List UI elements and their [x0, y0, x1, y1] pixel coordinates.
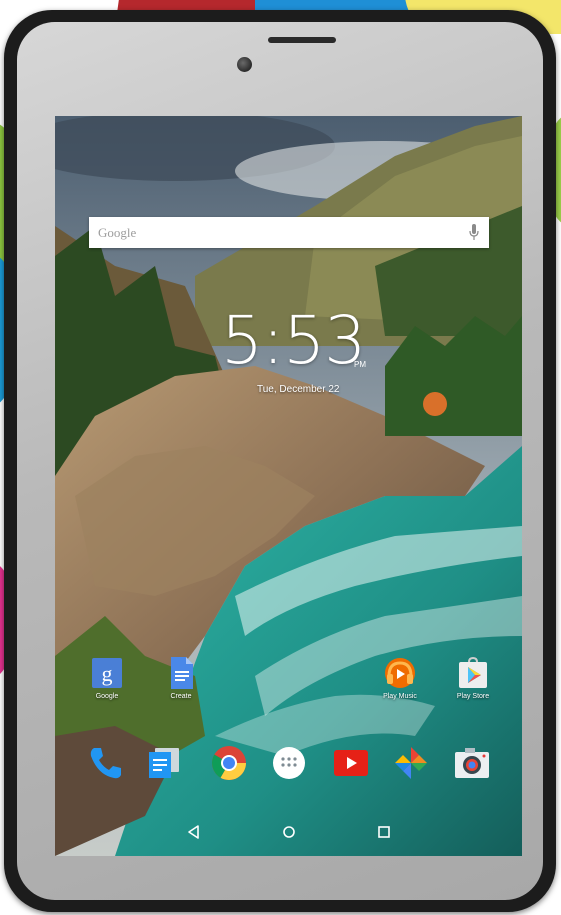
- clock-ampm: PM: [354, 360, 366, 369]
- camera-icon[interactable]: [453, 744, 491, 782]
- home-icon[interactable]: [278, 821, 300, 843]
- shortcut-play-music[interactable]: Play Music: [370, 656, 430, 700]
- chrome-icon[interactable]: [210, 744, 248, 782]
- shortcut-google[interactable]: g Google: [77, 656, 137, 700]
- google-folder-icon: g: [90, 656, 124, 690]
- play-music-icon: [383, 656, 417, 690]
- clock-date: Tue, December 22: [257, 384, 340, 395]
- front-camera: [237, 57, 252, 72]
- home-screen[interactable]: Google 5:53 PM Tue, December 22 g Google: [55, 116, 522, 856]
- shortcut-play-store[interactable]: Play Store: [443, 656, 503, 700]
- youtube-icon[interactable]: [332, 744, 370, 782]
- search-placeholder: Google: [98, 224, 137, 240]
- messages-icon[interactable]: [145, 744, 183, 782]
- speaker-grille: [268, 37, 336, 43]
- docs-icon: [164, 656, 198, 690]
- app-drawer-icon[interactable]: [270, 744, 308, 782]
- photos-icon[interactable]: [392, 744, 430, 782]
- mic-icon[interactable]: [469, 224, 479, 241]
- recents-icon[interactable]: [373, 821, 395, 843]
- svg-text:g: g: [102, 661, 113, 686]
- clock-time[interactable]: 5:53: [221, 308, 366, 374]
- google-search-bar[interactable]: Google: [89, 217, 489, 248]
- back-icon[interactable]: [183, 821, 205, 843]
- navigation-bar: [55, 808, 522, 856]
- shortcut-create[interactable]: Create: [151, 656, 211, 700]
- shortcut-label: Play Store: [456, 693, 490, 700]
- shortcut-label: Google: [95, 693, 119, 700]
- shortcut-label: Create: [170, 693, 192, 700]
- play-store-icon: [456, 656, 490, 690]
- tablet-device: Google 5:53 PM Tue, December 22 g Google: [4, 10, 556, 912]
- phone-icon[interactable]: [86, 744, 124, 782]
- shortcut-label: Play Music: [383, 693, 417, 700]
